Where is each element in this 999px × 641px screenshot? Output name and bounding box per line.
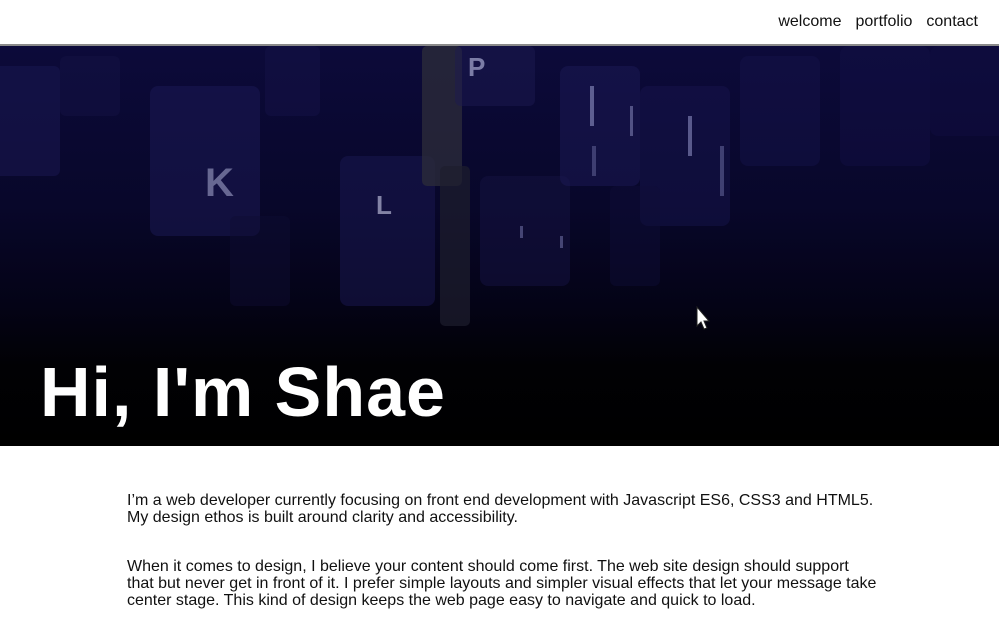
nav-link-portfolio[interactable]: portfolio bbox=[855, 12, 912, 32]
keycap-letter-k: K bbox=[205, 161, 234, 205]
hero-banner: P K L Hi, I'm Shae bbox=[0, 46, 999, 446]
hero-heading: Hi, I'm Shae bbox=[40, 353, 446, 431]
about-paragraph-design: When it comes to design, I believe your … bbox=[127, 558, 877, 609]
mouse-cursor-icon bbox=[696, 306, 711, 330]
about-paragraph-intro: I’m a web developer currently focusing o… bbox=[127, 492, 874, 526]
top-navigation-bar: welcome portfolio contact bbox=[0, 0, 999, 46]
nav-link-contact[interactable]: contact bbox=[926, 12, 978, 32]
main-nav: welcome portfolio contact bbox=[778, 12, 978, 32]
keycap-letter-l: L bbox=[376, 190, 392, 220]
nav-link-welcome[interactable]: welcome bbox=[778, 12, 841, 32]
about-section: I’m a web developer currently focusing o… bbox=[127, 492, 879, 641]
keycap-letter-p: P bbox=[468, 52, 485, 82]
